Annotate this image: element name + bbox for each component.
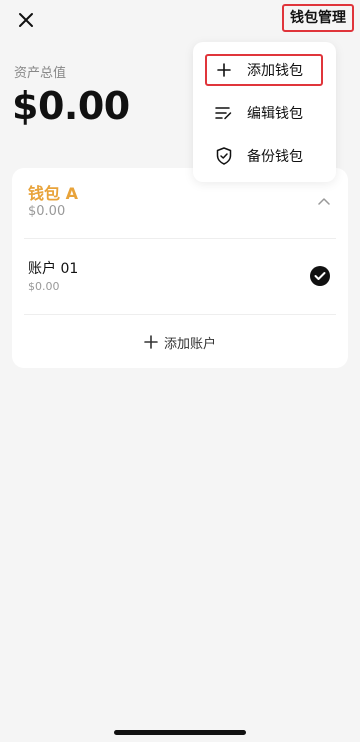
menu-item-add-wallet[interactable]: 添加钱包 [205, 54, 323, 86]
account-row[interactable]: 账户 01 $0.00 [12, 240, 348, 316]
total-assets-label: 资产总值 [14, 66, 67, 81]
menu-item-label: 添加钱包 [247, 63, 303, 79]
edit-list-icon [215, 104, 233, 122]
add-account-label: 添加账户 [163, 336, 216, 352]
plus-icon [144, 335, 158, 349]
wallet-balance: $0.00 [28, 204, 66, 219]
account-balance: $0.00 [28, 280, 60, 293]
close-button[interactable] [14, 8, 38, 32]
menu-item-label: 编辑钱包 [247, 106, 303, 122]
shield-check-icon [215, 147, 233, 165]
divider [24, 314, 336, 315]
menu-item-label: 备份钱包 [247, 149, 303, 165]
wallet-name: 钱包 A [28, 184, 78, 203]
add-account-button[interactable]: 添加账户 [12, 326, 348, 358]
menu-item-edit-wallet[interactable]: 编辑钱包 [205, 97, 323, 129]
total-assets-value: $0.00 [12, 84, 130, 128]
chevron-up-icon [318, 198, 330, 205]
selected-check-icon [310, 266, 330, 286]
home-indicator[interactable] [114, 730, 246, 735]
wallet-manage-menu: 添加钱包 编辑钱包 备份钱包 [193, 42, 336, 182]
menu-item-backup-wallet[interactable]: 备份钱包 [205, 140, 323, 172]
divider [24, 238, 336, 239]
wallet-manage-button[interactable]: 钱包管理 [282, 4, 354, 32]
collapse-button[interactable] [314, 194, 334, 208]
close-icon [19, 13, 33, 27]
account-name: 账户 01 [28, 261, 79, 277]
plus-icon [215, 61, 233, 79]
wallet-card: 钱包 A $0.00 账户 01 $0.00 添加账户 [12, 168, 348, 368]
